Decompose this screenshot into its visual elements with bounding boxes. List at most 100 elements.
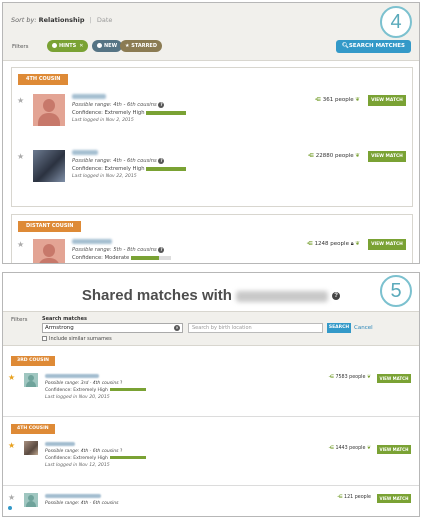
- star-icon[interactable]: ★: [17, 240, 24, 249]
- shared-matches-link[interactable]: ⋲ 7583 people ❦: [328, 375, 371, 380]
- shared-matches-link[interactable]: ⋲ 1443 people ❦: [328, 446, 371, 451]
- match-details: Possible range: 5th - 8th cousins ? Conf…: [72, 246, 172, 262]
- chip-label: HINTS: [59, 43, 77, 49]
- shared-matches-link[interactable]: ⋲ 121 people: [337, 495, 371, 500]
- confidence-bar: [146, 110, 187, 115]
- search-button[interactable]: SEARCH: [327, 323, 351, 333]
- shared-matches-link[interactable]: ⋲ 22880 people ❦: [308, 153, 360, 159]
- sort-prefix: Sort by:: [11, 16, 37, 24]
- match-row[interactable]: ★ Possible range: 4th - 6th cousins ⋲ 12…: [3, 490, 419, 516]
- help-icon[interactable]: ?: [158, 246, 165, 253]
- possible-range: Possible range: 3rd - 4th cousins: [45, 381, 119, 386]
- star-icon[interactable]: ★: [8, 373, 15, 382]
- relationship-group: 4TH COUSIN ★ Possible range: 4th - 6th c…: [11, 67, 413, 207]
- close-icon[interactable]: ✕: [79, 43, 83, 49]
- filter-starred-chip[interactable]: ★ STARRED: [120, 40, 162, 52]
- avatar[interactable]: [33, 150, 65, 182]
- view-match-button[interactable]: VIEW MATCH: [377, 445, 411, 454]
- star-icon[interactable]: ★: [17, 96, 24, 105]
- sort-date-link[interactable]: Date: [97, 16, 113, 24]
- network-icon: ⋲: [328, 375, 334, 380]
- match-details: Possible range: 4th - 6th cousins ? Conf…: [72, 157, 187, 181]
- relationship-label: 4TH COUSIN: [11, 424, 55, 434]
- star-icon[interactable]: ★: [17, 152, 24, 161]
- search-input-value: Armstrong: [45, 325, 74, 331]
- match-name[interactable]: [45, 494, 101, 498]
- match-row[interactable]: ★ Possible range: 5th - 8th cousins ? Co…: [12, 237, 412, 263]
- divider: [3, 416, 419, 417]
- shared-count: 121 people: [344, 495, 371, 500]
- step-number-badge: 4: [380, 6, 412, 38]
- confidence: Confidence: Extremely High: [45, 388, 108, 393]
- help-icon[interactable]: ?: [332, 292, 341, 301]
- leaf-icon: [52, 43, 57, 48]
- relationship-group: DISTANT COUSIN ★ Possible range: 5th - 8…: [11, 214, 413, 263]
- match-name[interactable]: [72, 239, 112, 244]
- shared-count: 1443 people: [335, 446, 366, 451]
- help-icon[interactable]: ?: [120, 449, 122, 454]
- view-match-button[interactable]: VIEW MATCH: [368, 151, 406, 162]
- sort-relationship-link[interactable]: Relationship: [39, 16, 85, 24]
- new-dot-icon: [97, 43, 102, 48]
- help-icon[interactable]: ?: [120, 381, 122, 386]
- filter-new-chip[interactable]: NEW: [92, 40, 123, 52]
- blurred-name: [235, 290, 328, 302]
- match-row[interactable]: ★ Possible range: 3rd - 4th cousins ? Co…: [3, 370, 419, 414]
- star-icon[interactable]: ★: [8, 441, 15, 450]
- shared-count: 361 people: [322, 97, 354, 103]
- confidence-bar: [131, 255, 172, 260]
- shared-matches-link[interactable]: ⋲ 361 people ❦: [315, 97, 360, 103]
- avatar[interactable]: [33, 239, 65, 263]
- help-icon[interactable]: ?: [158, 101, 165, 108]
- avatar[interactable]: [24, 373, 38, 387]
- match-name[interactable]: [45, 442, 75, 446]
- match-row[interactable]: ★ Possible range: 4th - 6th cousins ? Co…: [3, 438, 419, 482]
- search-filter-bar: Filters Search matches Armstrong ✕ Searc…: [3, 311, 419, 346]
- birth-location-input[interactable]: Search by birth location: [188, 323, 323, 333]
- last-logged-in: Last logged in Nov 12, 2015: [45, 463, 110, 468]
- match-details: Possible range: 4th - 6th cousins ? Conf…: [45, 448, 146, 469]
- leaf-icon: ❦: [366, 375, 371, 380]
- match-name[interactable]: [45, 374, 99, 378]
- include-similar-surnames[interactable]: Include similar surnames: [42, 336, 112, 342]
- match-details: Possible range: 4th - 6th cousins ? Conf…: [72, 101, 187, 125]
- checkbox[interactable]: [42, 336, 47, 341]
- view-match-button[interactable]: VIEW MATCH: [368, 95, 406, 106]
- help-icon[interactable]: ?: [158, 157, 165, 164]
- possible-range: Possible range: 4th - 6th cousins: [45, 501, 119, 506]
- new-indicator-icon: [8, 506, 12, 510]
- match-name[interactable]: [72, 150, 98, 155]
- confidence: Confidence: Extremely High: [45, 456, 108, 461]
- cancel-link[interactable]: Cancel: [354, 323, 373, 333]
- view-match-button[interactable]: VIEW MATCH: [368, 239, 406, 250]
- page-title: Shared matches with ?: [3, 287, 419, 304]
- network-icon: ⋲: [314, 97, 321, 103]
- page-title-text: Shared matches with: [81, 287, 232, 304]
- leaf-icon: ❦: [355, 153, 360, 159]
- shared-matches-panel: Shared matches with ? Filters Search mat…: [2, 272, 420, 517]
- match-details: Possible range: 4th - 6th cousins: [45, 500, 119, 507]
- filters-label: Filters: [12, 44, 29, 50]
- possible-range: Possible range: 4th - 6th cousins: [72, 158, 157, 164]
- match-details: Possible range: 3rd - 4th cousins ? Conf…: [45, 380, 146, 401]
- match-name[interactable]: [72, 94, 106, 99]
- filter-hints-chip[interactable]: HINTS ✕: [47, 40, 89, 52]
- avatar[interactable]: [33, 94, 65, 126]
- search-matches-button[interactable]: 🔍︎SEARCH MATCHES: [335, 40, 411, 53]
- shared-count: 1248 people: [314, 241, 349, 247]
- leaf-icon: ❦: [355, 97, 360, 103]
- clear-icon[interactable]: ✕: [174, 325, 180, 331]
- view-match-button[interactable]: VIEW MATCH: [377, 374, 411, 383]
- match-row[interactable]: ★ Possible range: 4th - 6th cousins ? Co…: [12, 92, 412, 144]
- search-matches-input[interactable]: Armstrong ✕: [42, 323, 183, 333]
- match-row[interactable]: ★ Possible range: 4th - 6th cousins ? Co…: [12, 148, 412, 200]
- view-match-button[interactable]: VIEW MATCH: [377, 494, 411, 503]
- network-icon: ⋲: [328, 446, 334, 451]
- avatar[interactable]: [24, 493, 38, 507]
- shared-matches-link[interactable]: ⋲ 1248 people 🔒︎ ❦: [306, 241, 360, 248]
- avatar[interactable]: [24, 441, 38, 455]
- possible-range: Possible range: 5th - 8th cousins: [72, 247, 157, 253]
- confidence: Confidence: Extremely High: [72, 110, 145, 116]
- possible-range: Possible range: 4th - 6th cousins: [72, 102, 157, 108]
- star-icon[interactable]: ★: [8, 493, 15, 502]
